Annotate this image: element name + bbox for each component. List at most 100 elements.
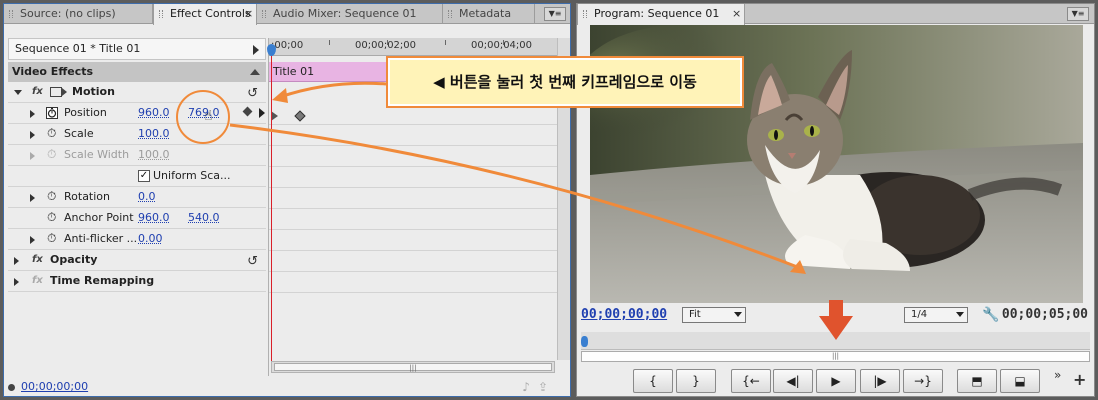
disclosure-closed-icon[interactable] xyxy=(30,236,35,244)
disclosure-open-icon[interactable] xyxy=(14,90,22,95)
motion-play-icon xyxy=(62,88,67,96)
position-x-value[interactable]: 960.0 xyxy=(138,103,170,123)
property-row-position[interactable]: Position 960.0 769.0 ☝ xyxy=(8,103,266,124)
property-row-scale[interactable]: ⏱ Scale 100.0 xyxy=(8,124,266,145)
hand-cursor-icon: ☝ xyxy=(204,108,213,124)
playback-resolution-select[interactable]: 1/4 xyxy=(904,307,968,323)
anti-flicker-value[interactable]: 0.00 xyxy=(138,229,163,249)
disclosure-closed-icon[interactable] xyxy=(30,194,35,202)
program-playhead-icon[interactable] xyxy=(581,336,588,347)
stopwatch-icon[interactable]: ⏱ xyxy=(47,127,59,139)
effect-current-time[interactable]: 00;00;00;00 xyxy=(8,380,88,396)
program-mini-timeline[interactable]: ||| xyxy=(581,332,1090,362)
effect-row-motion[interactable]: fx Motion ↺ xyxy=(8,82,266,103)
uniform-scale-checkbox[interactable]: ✓ xyxy=(138,170,150,182)
clip-bar-title-01[interactable]: Title 01 xyxy=(269,62,394,82)
mark-out-button[interactable]: } xyxy=(676,369,716,393)
scrollbar-thumb[interactable]: ||| xyxy=(274,363,552,372)
time-remapping-label: Time Remapping xyxy=(50,274,155,287)
collapse-up-icon[interactable] xyxy=(250,69,260,75)
property-row-anti-flicker[interactable]: ⏱ Anti-flicker ... 0.00 xyxy=(8,229,266,250)
tab-effect-controls[interactable]: Effect Controls xyxy=(153,4,257,25)
property-row-scale-width: ⏱ Scale Width 100.0 xyxy=(8,145,266,166)
add-button-icon[interactable]: + xyxy=(1073,372,1086,388)
effect-properties-list: Sequence 01 * Title 01 Video Effects fx … xyxy=(8,38,266,374)
tab-grip-icon xyxy=(9,10,13,18)
opacity-label: Opacity xyxy=(50,253,98,266)
effect-timeline-scrollbar[interactable]: ||| xyxy=(271,361,555,373)
instruction-text: ◀ 버튼을 눌러 첫 번째 키프레임으로 이동 xyxy=(433,73,697,91)
fx-icon[interactable]: fx xyxy=(32,250,43,270)
left-tab-bar: Source: (no clips) Effect Controls × Aud… xyxy=(4,4,570,25)
anchor-point-x-value[interactable]: 960.0 xyxy=(138,208,170,228)
chevron-down-icon xyxy=(956,312,964,317)
stopwatch-icon: ⏱ xyxy=(47,147,57,161)
stopwatch-icon[interactable]: ⏱ xyxy=(47,232,59,244)
tab-program-sequence[interactable]: Program: Sequence 01 xyxy=(577,4,745,25)
stopwatch-icon[interactable]: ⏱ xyxy=(47,190,59,202)
clock-icon xyxy=(8,383,15,391)
zoom-level-value: Fit xyxy=(689,309,701,320)
tab-audio-mixer[interactable]: Audio Mixer: Sequence 01 xyxy=(257,4,443,24)
lift-button[interactable]: ⬒ xyxy=(957,369,997,393)
reset-icon[interactable]: ↺ xyxy=(247,84,258,104)
disclosure-closed-icon[interactable] xyxy=(30,110,35,118)
program-zoom-scrollbar[interactable]: ||| xyxy=(581,351,1090,362)
fx-icon[interactable]: fx xyxy=(32,82,43,102)
tab-metadata-label: Metadata xyxy=(459,7,512,20)
position-label: Position xyxy=(64,106,107,119)
keyframe-marker-start-icon[interactable] xyxy=(271,111,278,121)
timeline-row-scale-width xyxy=(269,167,557,188)
step-back-button[interactable]: ◀| xyxy=(773,369,813,393)
extract-button[interactable]: ⬓ xyxy=(1000,369,1040,393)
tab-effect-controls-label: Effect Controls xyxy=(170,7,251,20)
tab-metadata[interactable]: Metadata xyxy=(443,4,535,24)
reset-icon[interactable]: ↺ xyxy=(247,252,258,272)
audio-icon[interactable]: ♪ xyxy=(522,380,538,394)
tab-source[interactable]: Source: (no clips) xyxy=(4,4,153,24)
effect-time-ruler[interactable]: ;00;00 00;00;02;00 00;00;04;00 xyxy=(269,38,557,56)
step-forward-button[interactable]: |▶ xyxy=(860,369,900,393)
program-tab-label: Program: Sequence 01 xyxy=(594,7,720,20)
play-button[interactable]: ▶ xyxy=(816,369,856,393)
scale-value[interactable]: 100.0 xyxy=(138,124,170,144)
zoom-level-select[interactable]: Fit xyxy=(682,307,746,323)
go-to-out-button[interactable]: →} xyxy=(903,369,943,393)
tab-source-label: Source: (no clips) xyxy=(20,7,116,20)
effect-row-time-remapping[interactable]: fx Time Remapping xyxy=(8,271,266,292)
mark-in-button[interactable]: { xyxy=(633,369,673,393)
panel-menu-button[interactable]: ▼≡ xyxy=(1067,7,1089,21)
stopwatch-active-icon[interactable] xyxy=(46,107,58,119)
close-tab-icon[interactable]: × xyxy=(244,4,253,23)
property-row-uniform-scale[interactable]: ✓ Uniform Sca... xyxy=(8,166,266,187)
tab-grip-icon xyxy=(448,10,452,18)
expand-right-icon[interactable] xyxy=(253,45,259,55)
sequence-clip-header[interactable]: Sequence 01 * Title 01 xyxy=(8,38,266,60)
rotation-value[interactable]: 0.0 xyxy=(138,187,156,207)
close-tab-icon[interactable]: × xyxy=(732,4,741,23)
program-duration-timecode: 00;00;05;00 xyxy=(1001,307,1088,322)
current-time-indicator[interactable] xyxy=(271,48,272,366)
effect-current-timecode[interactable]: 00;00;00;00 xyxy=(21,380,88,393)
motion-transform-icon[interactable] xyxy=(50,87,62,97)
more-controls-icon[interactable]: » xyxy=(1054,368,1061,382)
right-tab-bar: Program: Sequence 01 × ▼≡ xyxy=(577,4,1094,25)
export-icon[interactable]: ⇪ xyxy=(538,380,556,394)
stopwatch-icon[interactable]: ⏱ xyxy=(47,211,59,223)
property-row-rotation[interactable]: ⏱ Rotation 0.0 xyxy=(8,187,266,208)
program-time-ruler[interactable] xyxy=(581,332,1090,350)
ruler-tick xyxy=(503,40,504,45)
property-row-anchor-point[interactable]: ⏱ Anchor Point 960.0 540.0 xyxy=(8,208,266,229)
disclosure-closed-icon[interactable] xyxy=(30,131,35,139)
wrench-settings-icon[interactable]: 🔧 xyxy=(982,307,999,323)
keyframe-add-icon[interactable] xyxy=(242,106,253,117)
program-current-timecode[interactable]: 00;00;00;00 xyxy=(581,307,667,322)
disclosure-closed-icon[interactable] xyxy=(14,278,19,286)
timeline-row-uniform xyxy=(269,188,557,209)
disclosure-closed-icon[interactable] xyxy=(14,257,19,265)
panel-menu-button[interactable]: ▼≡ xyxy=(544,7,566,21)
anchor-point-y-value[interactable]: 540.0 xyxy=(188,208,220,228)
effect-row-opacity[interactable]: fx Opacity ↺ xyxy=(8,250,266,271)
next-keyframe-icon[interactable] xyxy=(259,108,265,118)
go-to-in-button[interactable]: {← xyxy=(731,369,771,393)
